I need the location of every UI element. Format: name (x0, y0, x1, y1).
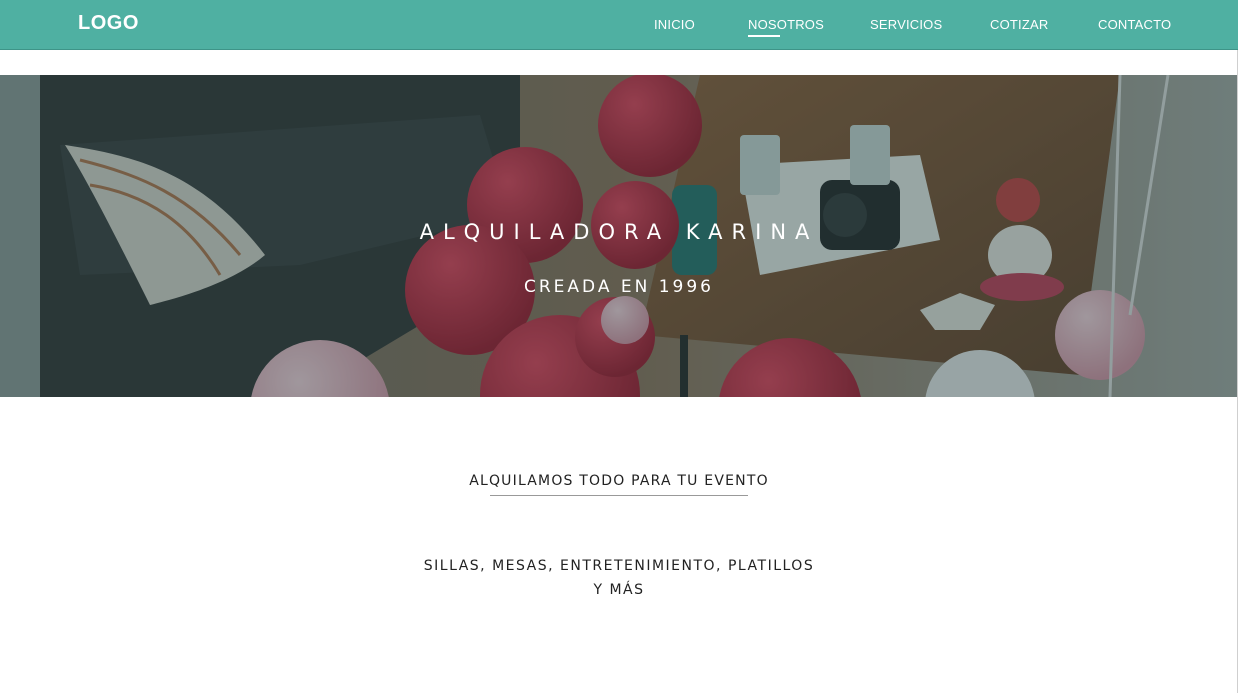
hero-title: ALQUILADORA KARINA (419, 220, 819, 244)
nav-link-servicios[interactable]: SERVICIOS (870, 17, 942, 32)
nav-link-inicio[interactable]: INICIO (654, 17, 695, 32)
nav-link-contacto[interactable]: CONTACTO (1098, 17, 1171, 32)
nav-link-cotizar[interactable]: COTIZAR (990, 17, 1048, 32)
section-description: SILLAS, MESAS, ENTRETENIMIENTO, PLATILLO… (0, 554, 1238, 602)
section-description-line-1: SILLAS, MESAS, ENTRETENIMIENTO, PLATILLO… (423, 558, 815, 574)
nav-link-nosotros-label: NOSOTROS (748, 17, 824, 32)
hero-banner: ALQUILADORA KARINA CREADA EN 1996 (0, 75, 1238, 397)
section-heading: ALQUILAMOS TODO PARA TU EVENTO (469, 473, 769, 489)
section-divider (490, 495, 748, 496)
main-nav: INICIO NOSOTROS SERVICIOS COTIZAR CONTAC… (0, 0, 1238, 50)
section-description-line-2: Y MÁS (593, 582, 645, 598)
nav-link-nosotros[interactable]: NOSOTROS (748, 17, 824, 37)
hero-subtitle: CREADA EN 1996 (523, 277, 714, 297)
top-navbar: LOGO INICIO NOSOTROS SERVICIOS COTIZAR C… (0, 0, 1238, 50)
active-nav-indicator (748, 35, 780, 37)
